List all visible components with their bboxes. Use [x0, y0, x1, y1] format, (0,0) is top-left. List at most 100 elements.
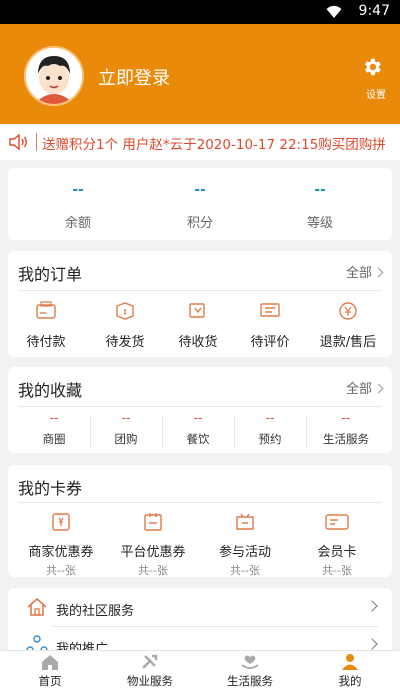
favorite-label: 预约 — [258, 432, 282, 446]
services-card: 我的社区服务 我的推广 — [8, 588, 392, 650]
truck-icon — [189, 303, 205, 318]
marquee-divider — [36, 133, 37, 151]
order-label: 待收货 — [178, 335, 218, 350]
tab-property-service[interactable]: 物业服务 — [100, 653, 200, 689]
order-pending-shipment[interactable]: 待发货 — [89, 301, 161, 350]
coupon-label: 平台优惠券 — [120, 545, 186, 560]
stat-points[interactable]: -- 积分 — [150, 182, 250, 231]
tools-icon — [142, 654, 158, 669]
my-coupons-card: 我的卡券 商家优惠券 共--张 平台优惠券 共--张 参与活动 共--张 会员卡… — [8, 465, 392, 577]
order-pending-receipt[interactable]: 待收货 — [162, 301, 234, 350]
section-title: 我的卡券 — [18, 479, 83, 498]
marquee-text: 送赠积分1个 用户赵*云于2020-10-17 22:15购买团购拼 — [42, 137, 386, 153]
all-label: 全部 — [345, 266, 372, 281]
all-label: 全部 — [345, 382, 372, 397]
coupon-label: 会员卡 — [317, 545, 357, 560]
favorites-all-link[interactable]: 全部 — [345, 378, 384, 397]
promotion-row[interactable]: 我的推广 — [8, 628, 392, 650]
divider — [18, 290, 382, 291]
order-pending-payment[interactable]: 待付款 — [10, 301, 82, 350]
favorite-count: -- — [193, 411, 203, 425]
service-label: 我的推广 — [56, 642, 109, 650]
speaker-icon — [9, 133, 27, 151]
hands-icon — [241, 655, 259, 669]
divider — [52, 626, 378, 627]
stat-value: -- — [314, 182, 326, 198]
coupon-label: 参与活动 — [218, 545, 271, 560]
settings-label: 设置 — [366, 90, 386, 101]
share-icon — [26, 635, 48, 650]
my-orders-card: 我的订单 全部 待付款 待发货 待收货 待评价 退款/售后 — [8, 251, 392, 357]
favorite-count: -- — [265, 411, 275, 425]
stat-level[interactable]: -- 等级 — [270, 182, 370, 231]
divider — [18, 406, 382, 407]
coupon-count: 共--张 — [322, 564, 352, 577]
wifi-icon — [326, 5, 342, 18]
tab-mine[interactable]: 我的 — [300, 653, 400, 689]
merchant-coupon-icon — [52, 513, 70, 531]
chevron-right-icon — [366, 600, 378, 612]
status-bar: 9:47 — [0, 0, 400, 24]
activity-icon — [236, 513, 254, 530]
account-stats-card: -- 余额 -- 积分 -- 等级 — [8, 168, 392, 240]
stat-balance[interactable]: -- 余额 — [28, 182, 128, 231]
coupon-activity[interactable]: 参与活动 共--张 — [200, 511, 290, 578]
comment-icon — [260, 303, 280, 317]
stat-label: 等级 — [306, 216, 333, 231]
tab-label: 首页 — [38, 674, 62, 688]
bottom-tab-bar: 首页 物业服务 生活服务 我的 — [0, 650, 400, 690]
home-icon — [42, 655, 58, 670]
favorite-label: 餐饮 — [186, 432, 210, 446]
favorite-count: -- — [341, 411, 351, 425]
favorite-label: 商圈 — [42, 432, 66, 446]
coupon-count: 共--张 — [46, 564, 76, 577]
favorite-count: -- — [121, 411, 131, 425]
wallet-icon — [36, 301, 56, 319]
section-title: 我的订单 — [18, 265, 83, 284]
status-time: 9:47 — [358, 3, 390, 19]
coupon-count: 共--张 — [230, 564, 260, 577]
order-label: 待发货 — [105, 335, 145, 350]
order-label: 待评价 — [250, 335, 290, 350]
tab-home[interactable]: 首页 — [0, 653, 100, 689]
favorite-reservation[interactable]: -- 预约 — [234, 411, 306, 447]
coupon-count: 共--张 — [138, 564, 168, 577]
tab-label: 物业服务 — [127, 674, 173, 688]
coupon-merchant[interactable]: 商家优惠券 共--张 — [16, 511, 106, 578]
favorite-business-district[interactable]: -- 商圈 — [18, 411, 90, 447]
stat-value: -- — [194, 182, 206, 198]
service-label: 我的社区服务 — [56, 604, 135, 619]
my-favorites-card: 我的收藏 全部 -- 商圈 -- 团购 -- 餐饮 -- 预约 -- 生活服务 — [8, 367, 392, 453]
order-label: 退款/售后 — [319, 335, 377, 350]
coupon-label: 商家优惠券 — [28, 545, 94, 560]
login-link[interactable]: 立即登录 — [98, 64, 170, 90]
stat-value: -- — [72, 182, 84, 198]
community-service-row[interactable]: 我的社区服务 — [8, 590, 392, 626]
tab-label: 生活服务 — [227, 674, 273, 688]
platform-coupon-icon — [144, 513, 162, 531]
favorite-label: 生活服务 — [323, 432, 369, 446]
refund-icon — [339, 302, 357, 320]
gear-icon — [365, 58, 381, 76]
order-pending-review[interactable]: 待评价 — [234, 301, 306, 350]
favorite-group-buy[interactable]: -- 团购 — [90, 411, 162, 447]
settings-button[interactable] — [360, 56, 384, 82]
favorite-dining[interactable]: -- 餐饮 — [162, 411, 234, 447]
tab-life-service[interactable]: 生活服务 — [200, 653, 300, 689]
avatar-icon — [26, 48, 82, 104]
order-refund[interactable]: 退款/售后 — [308, 301, 388, 350]
coupon-platform[interactable]: 平台优惠券 共--张 — [108, 511, 198, 578]
favorite-count: -- — [49, 411, 59, 425]
avatar[interactable] — [24, 46, 84, 106]
orders-all-link[interactable]: 全部 — [345, 262, 384, 281]
announcement-marquee[interactable]: 送赠积分1个 用户赵*云于2020-10-17 22:15购买团购拼 — [0, 124, 400, 160]
tab-label: 我的 — [338, 674, 362, 688]
coupon-member-card[interactable]: 会员卡 共--张 — [292, 511, 382, 578]
house-icon — [27, 597, 47, 616]
package-icon — [116, 302, 134, 320]
stat-label: 积分 — [186, 216, 213, 231]
chevron-right-icon — [366, 638, 378, 650]
chevron-right-icon — [373, 267, 384, 278]
person-icon — [342, 654, 358, 670]
favorite-life-service[interactable]: -- 生活服务 — [306, 411, 386, 447]
